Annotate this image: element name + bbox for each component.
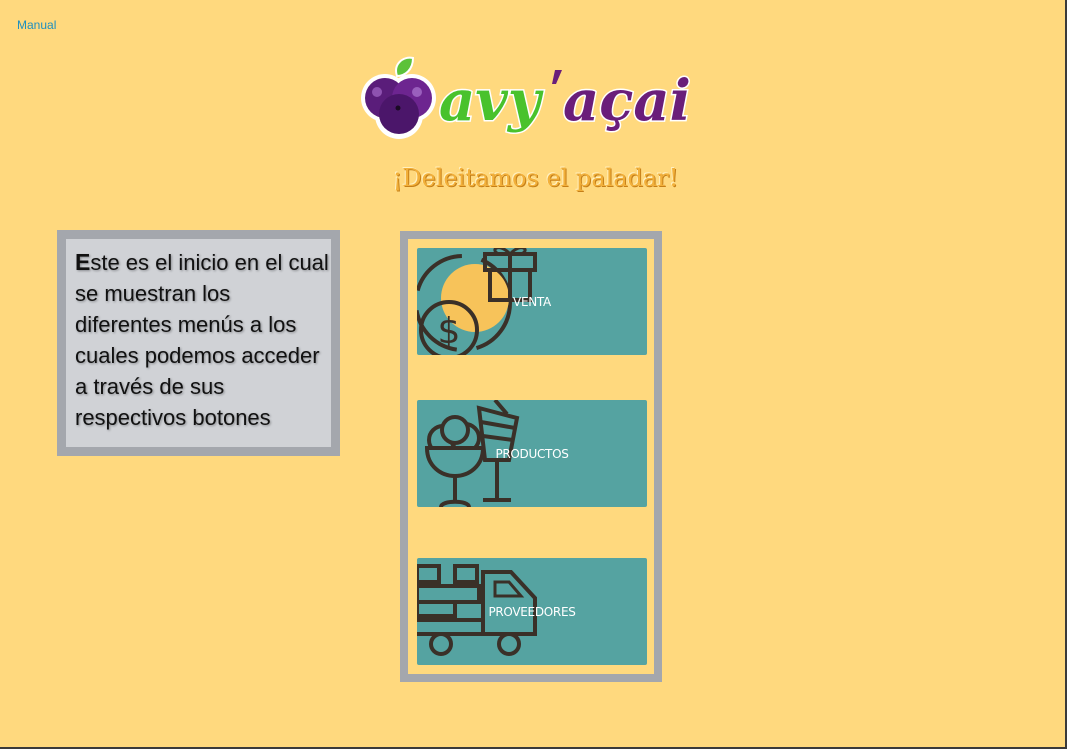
manual-link[interactable]: Manual bbox=[17, 18, 56, 32]
productos-label: PRODUCTOS bbox=[495, 446, 569, 461]
productos-button[interactable]: PRODUCTOS bbox=[417, 400, 647, 507]
svg-text:açai: açai bbox=[563, 68, 691, 134]
venta-button[interactable]: $ VENTA bbox=[417, 248, 647, 355]
info-first-letter: E bbox=[75, 249, 91, 275]
info-body: ste es el inicio en el cual se muestran … bbox=[75, 250, 329, 430]
info-text: Este es el inicio en el cual se muestran… bbox=[66, 239, 331, 447]
info-panel: Este es el inicio en el cual se muestran… bbox=[57, 230, 340, 456]
svg-text:avy: avy bbox=[439, 68, 544, 134]
app-window: Manual avy açai ¡Deleitamos el paladar! … bbox=[0, 0, 1067, 749]
proveedores-button[interactable]: PROVEEDORES bbox=[417, 558, 647, 665]
proveedores-label: PROVEEDORES bbox=[488, 604, 576, 619]
tagline: ¡Deleitamos el paladar! bbox=[392, 164, 679, 192]
brand-logo: avy açai bbox=[355, 52, 700, 147]
menu-panel: $ VENTA PRODUCTOS PROVEEDORES bbox=[400, 231, 662, 682]
venta-label: VENTA bbox=[513, 294, 551, 309]
